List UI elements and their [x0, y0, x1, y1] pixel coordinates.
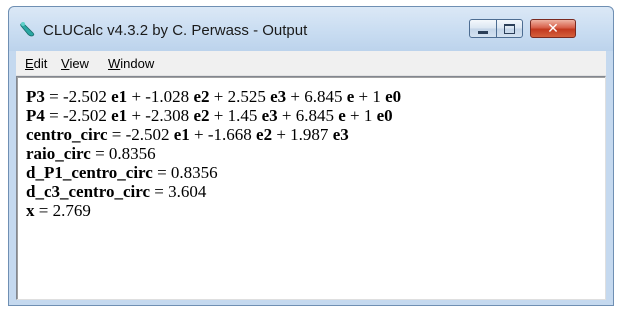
output-value: + 6.845: [277, 106, 339, 125]
output-term: d_P1_centro_circ: [26, 163, 153, 182]
title-bar[interactable]: CLUCalc v4.3.2 by C. Perwass - Output ✕: [9, 7, 613, 51]
output-term: e3: [332, 125, 349, 144]
maximize-icon: [504, 23, 515, 34]
output-value: = 0.8356: [90, 144, 156, 163]
output-line: raio_circ = 0.8356: [26, 144, 401, 163]
menu-bar: Edit View Window: [16, 51, 606, 76]
output-term: centro_circ: [26, 125, 108, 144]
output-value: + -2.308: [127, 106, 194, 125]
output-term: e2: [193, 106, 210, 125]
minimize-button[interactable]: [469, 19, 497, 38]
output-line: P4 = -2.502 e1 + -2.308 e2 + 1.45 e3 + 6…: [26, 106, 401, 125]
output-line: P3 = -2.502 e1 + -1.028 e2 + 2.525 e3 + …: [26, 87, 401, 106]
output-value: = 0.8356: [152, 163, 218, 182]
output-term: d_c3_centro_circ: [26, 182, 150, 201]
output-value: = -2.502: [44, 106, 112, 125]
output-line: x = 2.769: [26, 201, 401, 220]
menu-window-label: indow: [120, 56, 155, 71]
maximize-button[interactable]: [496, 19, 523, 38]
output-line: d_c3_centro_circ = 3.604: [26, 182, 401, 201]
output-value: + 6.845: [286, 87, 347, 106]
output-value: + 1.45: [209, 106, 262, 125]
output-value: + -1.668: [189, 125, 257, 144]
output-term: P4: [26, 106, 45, 125]
output-term: raio_circ: [26, 144, 91, 163]
menu-window[interactable]: Window: [108, 56, 154, 71]
output-term: e0: [376, 106, 393, 125]
close-icon: ✕: [547, 20, 559, 37]
output-term: e1: [111, 87, 128, 106]
clucalc-app-icon[interactable]: [19, 20, 37, 38]
output-term: e2: [193, 87, 210, 106]
output-line: d_P1_centro_circ = 0.8356: [26, 163, 401, 182]
menu-window-accel: W: [108, 56, 121, 71]
output-window: CLUCalc v4.3.2 by C. Perwass - Output ✕ …: [8, 6, 614, 306]
menu-edit-label: dit: [33, 56, 48, 71]
output-value: + -1.028: [127, 87, 194, 106]
output-term: e3: [261, 106, 278, 125]
menu-edit-accel: E: [25, 56, 34, 71]
close-button[interactable]: ✕: [530, 19, 576, 38]
output-value: = -2.502: [107, 125, 174, 144]
minimize-icon: [478, 30, 488, 34]
menu-view-label: iew: [69, 56, 89, 71]
output-term: e: [338, 106, 346, 125]
output-term: e1: [111, 106, 128, 125]
menu-view[interactable]: View: [61, 56, 89, 71]
output-term: e0: [385, 87, 402, 106]
output-value: = -2.502: [44, 87, 112, 106]
output-value: = 2.769: [34, 201, 91, 220]
output-term: P3: [26, 87, 45, 106]
menu-edit[interactable]: Edit: [25, 56, 47, 71]
output-term: e2: [256, 125, 273, 144]
output-value: + 2.525: [209, 87, 271, 106]
output-text: P3 = -2.502 e1 + -1.028 e2 + 2.525 e3 + …: [26, 87, 401, 220]
output-value: + 1: [345, 106, 377, 125]
window-title: CLUCalc v4.3.2 by C. Perwass - Output: [43, 22, 308, 39]
output-pane[interactable]: P3 = -2.502 e1 + -1.028 e2 + 2.525 e3 + …: [16, 76, 606, 300]
output-term: e3: [270, 87, 287, 106]
output-term: x: [26, 201, 35, 220]
output-value: + 1.987: [272, 125, 333, 144]
output-value: = 3.604: [150, 182, 207, 201]
output-value: + 1: [354, 87, 386, 106]
output-term: e1: [173, 125, 190, 144]
output-line: centro_circ = -2.502 e1 + -1.668 e2 + 1.…: [26, 125, 401, 144]
